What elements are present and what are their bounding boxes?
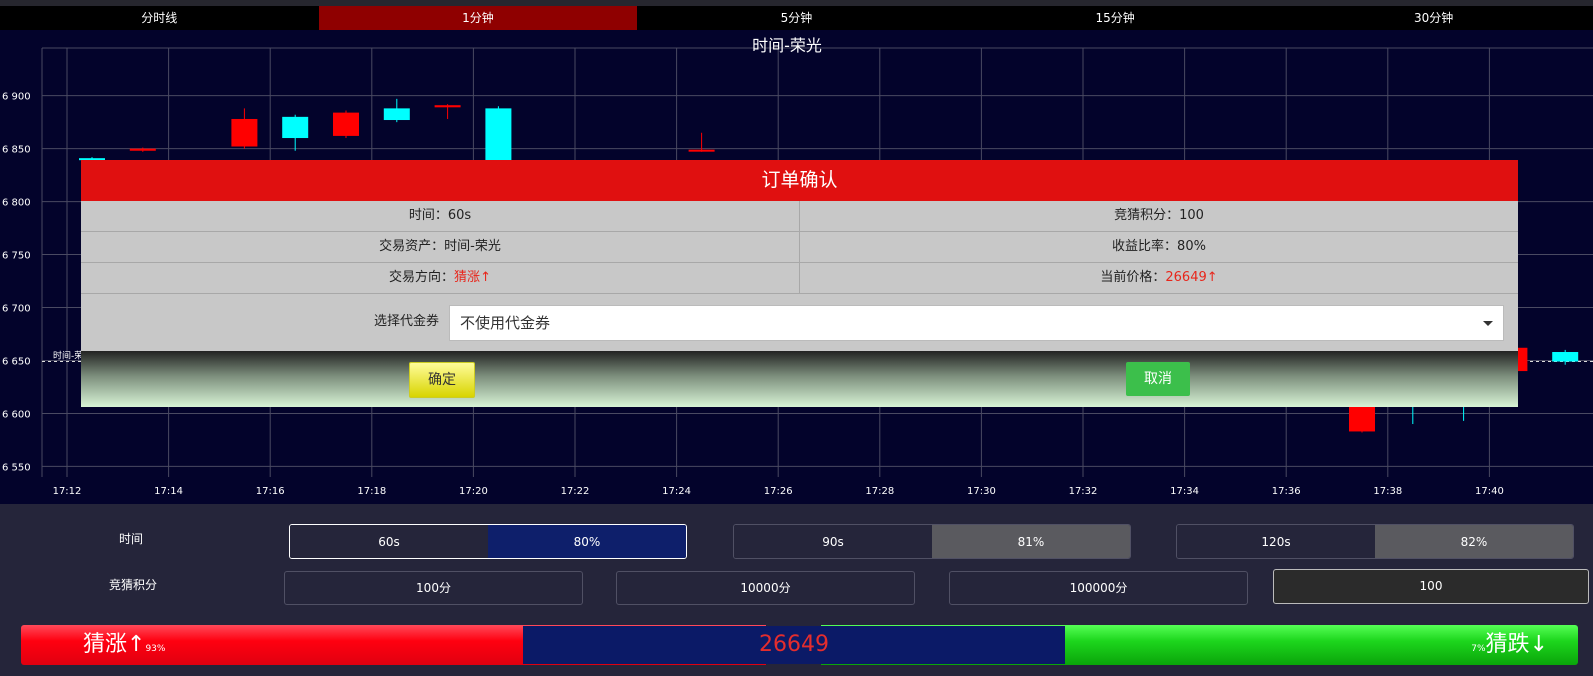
direction-bar: 猜涨↑93% 7%猜跌↓ 26649 [21,625,1578,665]
candle-body [688,149,715,152]
candle-body [129,148,156,151]
info-row: 时间：60s 竞猜积分：100 [81,201,1518,232]
arrow-up-icon: ↑ [480,270,491,285]
time-option-60s[interactable]: 60s 80% [289,524,687,559]
arrow-up-icon: ↑ [127,632,146,657]
time-option-duration: 90s [734,525,932,558]
tab-timeline[interactable]: 分时线 [0,6,319,30]
modal-title: 订单确认 [81,160,1518,201]
x-tick-label: 17:18 [357,486,386,497]
time-option-rate: 81% [932,525,1130,558]
info-time: 时间：60s [408,208,472,223]
info-points: 竞猜积分：100 [799,201,1518,231]
up-percent: 93% [145,644,166,654]
info-asset: 交易资产：时间-荣光 [379,239,501,254]
x-tick-label: 17:26 [764,486,793,497]
tab-30min[interactable]: 30分钟 [1274,6,1593,30]
time-option-duration: 120s [1177,525,1375,558]
y-tick-label: 6 750 [2,251,31,262]
chart-title: 时间-荣光 [752,36,822,55]
x-tick-label: 17:16 [256,486,285,497]
x-tick-label: 17:40 [1475,486,1504,497]
info-price: 当前价格：26649↑ [799,263,1518,293]
candle-body [1552,352,1579,362]
guess-down-label: 7%猜跌↓ [1471,632,1548,657]
coupon-select[interactable]: 不使用代金券 [449,305,1504,341]
x-tick-label: 17:32 [1069,486,1098,497]
info-row: 交易方向：猜涨↑ 当前价格：26649↑ [81,263,1518,294]
points-label: 竞猜积分 [109,578,158,592]
time-option-duration: 60s [290,525,488,558]
y-tick-label: 6 850 [2,145,31,156]
y-tick-label: 6 900 [2,92,31,103]
confirm-button[interactable]: 确定 [409,362,475,398]
x-tick-label: 17:36 [1272,486,1301,497]
y-tick-label: 6 800 [2,198,31,209]
timeframe-tabs: 分时线 1分钟 5分钟 15分钟 30分钟 [0,6,1593,30]
coupon-select-value: 不使用代金券 [460,314,551,332]
x-tick-label: 17:34 [1170,486,1199,497]
points-input[interactable]: 100 [1273,569,1589,604]
tab-15min[interactable]: 15分钟 [956,6,1275,30]
points-option-100[interactable]: 100分 [284,571,583,605]
time-label: 时间 [119,532,144,546]
order-confirm-modal: 订单确认 时间：60s 竞猜积分：100 交易资产：时间-荣光 收益比率：80%… [81,160,1518,407]
cancel-button[interactable]: 取消 [1126,362,1190,396]
chevron-down-icon [1483,321,1493,326]
time-option-rate: 82% [1375,525,1573,558]
candle-body [383,108,410,121]
coupon-label: 选择代金券 [374,314,440,329]
points-option-100000[interactable]: 100000分 [949,571,1248,605]
x-tick-label: 17:38 [1373,486,1402,497]
current-price: 26649 [523,626,1065,664]
candle-body [231,118,258,147]
time-option-90s[interactable]: 90s 81% [733,524,1131,559]
y-tick-label: 6 700 [2,304,31,315]
guess-up-label: 猜涨↑93% [83,632,166,657]
x-tick-label: 17:30 [967,486,996,497]
candle-body [282,116,309,139]
x-tick-label: 17:24 [662,486,691,497]
price-line-label: 时间-荣 [53,350,83,362]
x-tick-label: 17:28 [865,486,894,497]
candle-body [333,112,359,136]
arrow-down-icon: ↓ [1529,632,1548,657]
info-rate: 收益比率：80% [799,232,1518,262]
y-tick-label: 6 600 [2,409,31,420]
x-tick-label: 17:22 [561,486,590,497]
info-row: 交易资产：时间-荣光 收益比率：80% [81,232,1518,263]
coupon-row: 选择代金券 不使用代金券 [81,294,1518,351]
down-percent: 7% [1471,644,1486,654]
tab-5min[interactable]: 5分钟 [637,6,956,30]
x-tick-label: 17:20 [459,486,488,497]
y-tick-label: 6 650 [2,356,31,367]
info-direction: 交易方向：猜涨↑ [389,270,491,285]
points-option-10000[interactable]: 10000分 [616,571,915,605]
time-option-rate: 80% [488,525,686,558]
modal-footer: 确定 取消 [81,351,1518,407]
candle-body [434,105,461,108]
tab-1min[interactable]: 1分钟 [318,6,638,30]
time-option-120s[interactable]: 120s 82% [1176,524,1574,559]
y-tick-label: 6 550 [2,462,31,473]
arrow-up-icon: ↑ [1206,270,1218,285]
x-tick-label: 17:12 [53,486,82,497]
modal-body: 时间：60s 竞猜积分：100 交易资产：时间-荣光 收益比率：80% 交易方向… [81,201,1518,351]
x-tick-label: 17:14 [154,486,183,497]
